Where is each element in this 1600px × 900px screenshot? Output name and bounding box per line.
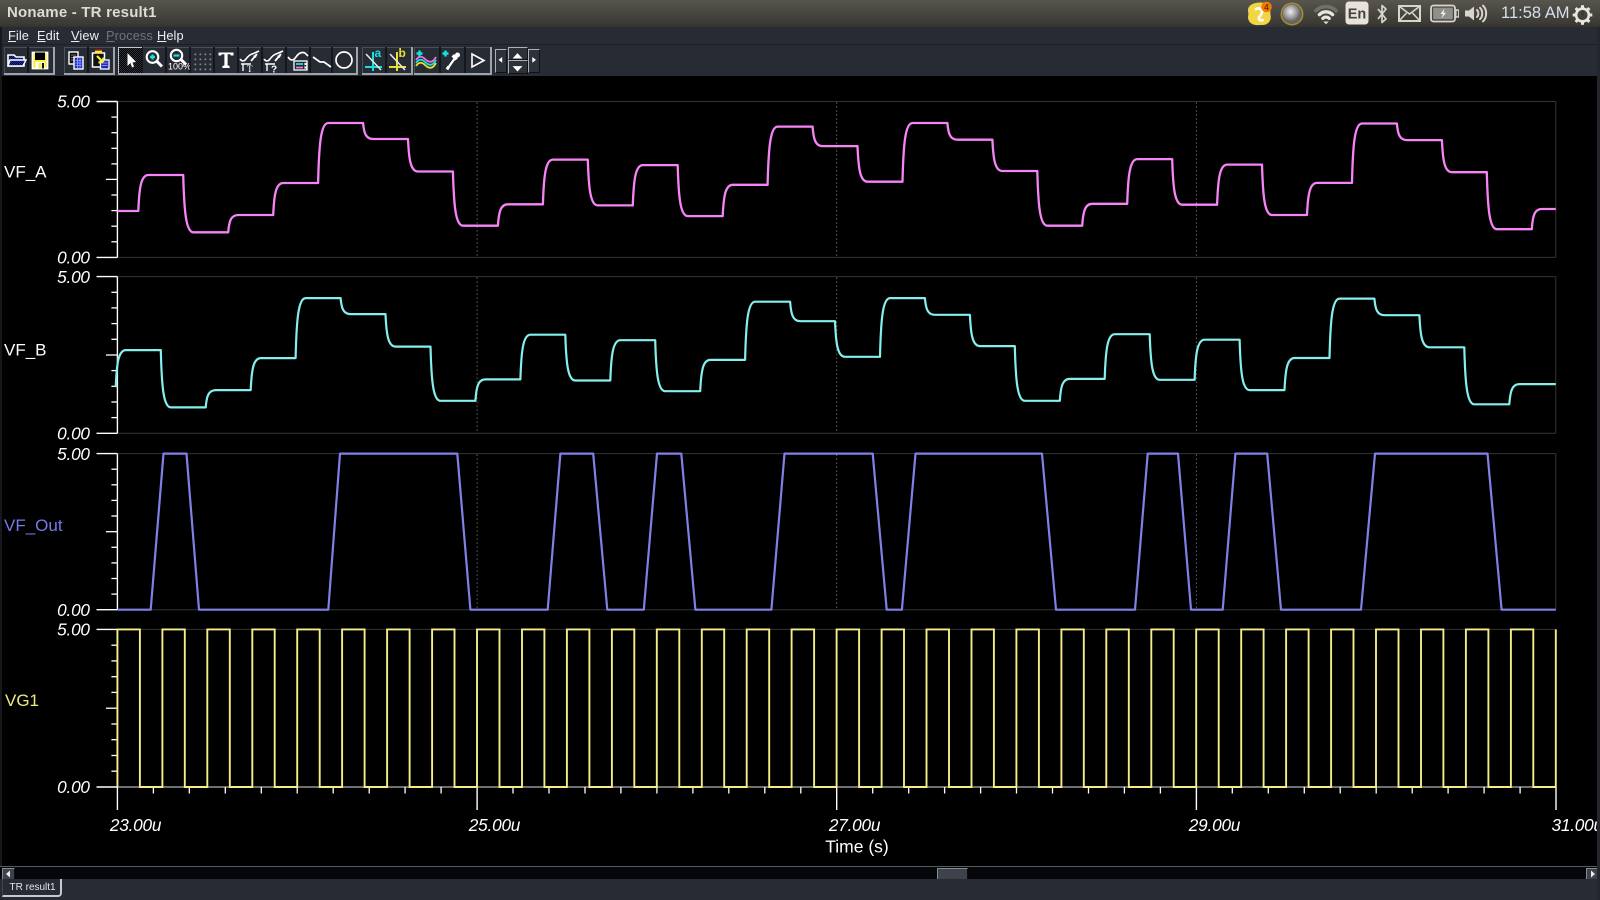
svg-text:25.00u: 25.00u bbox=[468, 815, 521, 835]
svg-text:T: T bbox=[247, 64, 253, 73]
svg-text:5.00: 5.00 bbox=[57, 444, 90, 464]
svg-text:0.00: 0.00 bbox=[57, 424, 90, 444]
svg-text:5.00: 5.00 bbox=[57, 620, 90, 640]
svg-text:Time (s): Time (s) bbox=[825, 837, 889, 857]
svg-text:5.00: 5.00 bbox=[57, 267, 90, 287]
svg-text:VF_B: VF_B bbox=[4, 341, 47, 360]
svg-text:VG1: VG1 bbox=[5, 691, 39, 710]
svg-text:31.00u: 31.00u bbox=[1552, 815, 1600, 835]
svg-text:VF_A: VF_A bbox=[4, 163, 47, 182]
svg-text:0.00: 0.00 bbox=[57, 600, 90, 620]
svg-text:5.00: 5.00 bbox=[57, 92, 90, 112]
svg-text:100%: 100% bbox=[168, 62, 190, 72]
svg-text:29.00u: 29.00u bbox=[1188, 815, 1241, 835]
svg-text:En: En bbox=[1348, 7, 1367, 23]
svg-text:0.00: 0.00 bbox=[57, 777, 90, 797]
svg-text:4: 4 bbox=[1264, 2, 1269, 12]
svg-text:0.00: 0.00 bbox=[57, 248, 90, 268]
svg-text:27.00u: 27.00u bbox=[828, 815, 881, 835]
svg-text:VF_Out: VF_Out bbox=[4, 516, 63, 535]
svg-text:b: b bbox=[399, 47, 406, 60]
svg-text:?: ? bbox=[271, 65, 277, 74]
svg-text:a: a bbox=[374, 47, 381, 60]
svg-text:23.00u: 23.00u bbox=[109, 815, 162, 835]
